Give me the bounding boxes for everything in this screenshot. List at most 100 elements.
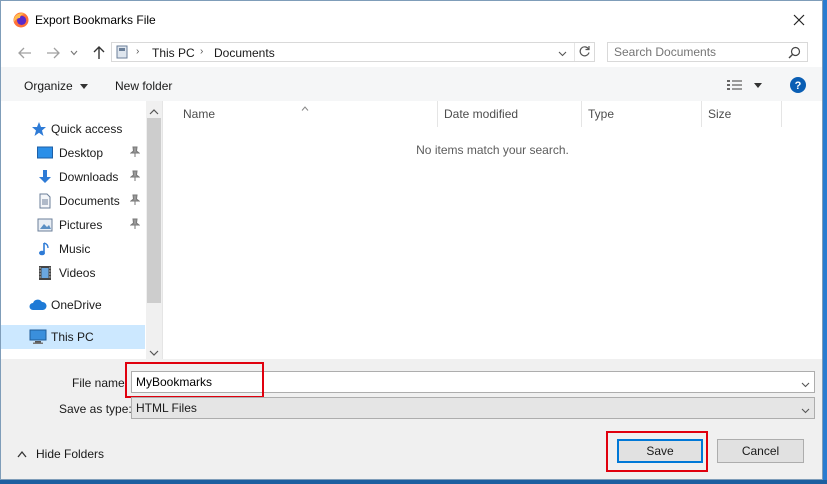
arrow-right-icon [47, 47, 60, 59]
sidebar-item-music[interactable]: Music [1, 237, 145, 261]
close-icon [793, 14, 805, 26]
forward-button[interactable] [45, 45, 61, 61]
scroll-up-icon[interactable] [149, 104, 159, 118]
sidebar-item-label: Videos [59, 266, 96, 280]
chevron-down-icon[interactable] [801, 403, 810, 417]
file-name-label: File name: [72, 376, 129, 390]
navigation-bar: › This PC › Documents [1, 39, 822, 67]
svg-text:?: ? [795, 80, 802, 92]
column-divider[interactable] [701, 101, 702, 127]
desktop-background [823, 0, 827, 484]
sidebar-item-downloads[interactable]: Downloads [1, 165, 145, 189]
hide-folders-button[interactable]: Hide Folders [17, 447, 104, 461]
breadcrumb-separator-icon: › [136, 46, 140, 57]
this-pc-icon [116, 45, 128, 62]
sort-ascending-icon [301, 100, 309, 114]
sidebar-item-label: OneDrive [51, 298, 102, 312]
music-icon [37, 241, 53, 257]
recent-locations-button[interactable] [69, 45, 79, 61]
refresh-icon[interactable] [578, 45, 591, 61]
column-header-type[interactable]: Type [588, 107, 614, 121]
hide-folders-label: Hide Folders [36, 447, 105, 461]
chevron-down-icon [70, 50, 78, 56]
sidebar-item-label: Documents [59, 194, 120, 208]
pin-icon [129, 194, 141, 209]
computer-icon [29, 329, 47, 345]
help-icon: ? [790, 77, 806, 93]
column-header-size[interactable]: Size [708, 107, 731, 121]
caret-down-icon [80, 84, 89, 90]
file-name-highlight-box [125, 362, 264, 398]
column-header-name[interactable]: Name [183, 107, 215, 121]
breadcrumb-this-pc[interactable]: This PC [152, 46, 195, 60]
arrow-up-icon [93, 46, 105, 59]
star-icon [31, 121, 47, 137]
navigation-pane: Quick access Desktop Downloads Documents… [1, 101, 163, 359]
organize-menu[interactable]: Organize [24, 79, 89, 93]
help-button[interactable]: ? [790, 77, 806, 96]
sidebar-item-label: Desktop [59, 146, 104, 160]
column-divider[interactable] [437, 101, 438, 127]
save-as-type-select[interactable]: HTML Files [131, 397, 815, 419]
organize-label: Organize [24, 79, 73, 93]
pictures-icon [37, 217, 53, 233]
desktop-background [0, 480, 827, 484]
column-divider[interactable] [581, 101, 582, 127]
sidebar-item-label: Downloads [59, 170, 119, 184]
firefox-icon [13, 12, 29, 28]
desktop-icon [37, 145, 53, 161]
caret-down-icon [754, 83, 763, 88]
empty-state-message: No items match your search. [416, 143, 569, 157]
address-bar[interactable]: › This PC › Documents [111, 42, 595, 62]
sidebar-item-videos[interactable]: Videos [1, 261, 145, 285]
sidebar-item-quick-access[interactable]: Quick access [1, 117, 145, 141]
column-divider[interactable] [781, 101, 782, 127]
save-as-type-value: HTML Files [136, 401, 197, 415]
pin-icon [129, 218, 141, 233]
sidebar-item-label: Pictures [59, 218, 103, 232]
scrollbar-thumb[interactable] [147, 118, 161, 303]
sidebar-item-label: Quick access [51, 122, 123, 136]
column-header-date-modified[interactable]: Date modified [444, 107, 518, 121]
file-list-pane: Name Date modified Type Size No items ma… [163, 101, 822, 359]
title-bar: Export Bookmarks File [1, 1, 822, 39]
download-icon [37, 169, 53, 185]
pin-icon [129, 170, 141, 185]
new-folder-button[interactable]: New folder [115, 79, 172, 93]
document-icon [37, 193, 53, 209]
pin-icon [129, 146, 141, 161]
search-icon[interactable] [788, 46, 801, 62]
breadcrumb-documents[interactable]: Documents [214, 46, 275, 60]
sidebar-item-pictures[interactable]: Pictures [1, 213, 145, 237]
sidebar-item-this-pc[interactable]: This PC [1, 325, 145, 349]
search-box[interactable] [607, 42, 808, 62]
sidebar-item-desktop[interactable]: Desktop [1, 141, 145, 165]
search-input[interactable] [614, 45, 784, 59]
sidebar-item-label: This PC [51, 330, 94, 344]
command-toolbar: Organize New folder ? [1, 67, 822, 101]
scroll-down-icon[interactable] [149, 345, 159, 359]
breadcrumb-separator-icon: › [200, 46, 204, 57]
view-options-button[interactable] [727, 79, 763, 94]
back-button[interactable] [17, 45, 33, 61]
content-area: Quick access Desktop Downloads Documents… [1, 101, 822, 359]
save-as-type-label: Save as type: [59, 402, 132, 416]
cloud-icon [29, 297, 47, 313]
address-dropdown-icon[interactable] [558, 46, 567, 60]
close-button[interactable] [776, 1, 822, 39]
window-title: Export Bookmarks File [35, 13, 156, 27]
details-view-icon [727, 80, 742, 90]
save-highlight-box [606, 431, 708, 472]
videos-icon [37, 265, 53, 281]
up-button[interactable] [91, 45, 107, 61]
sidebar-item-documents[interactable]: Documents [1, 189, 145, 213]
collapse-up-icon [17, 450, 27, 458]
arrow-left-icon [18, 47, 31, 59]
cancel-button[interactable]: Cancel [717, 439, 804, 463]
export-bookmarks-dialog: Export Bookmarks File › This PC › Docume… [0, 0, 823, 480]
sidebar-item-onedrive[interactable]: OneDrive [1, 293, 145, 317]
navigation-scrollbar[interactable] [146, 101, 162, 359]
sidebar-item-label: Music [59, 242, 91, 256]
address-divider [574, 43, 575, 61]
chevron-down-icon[interactable] [801, 377, 810, 391]
